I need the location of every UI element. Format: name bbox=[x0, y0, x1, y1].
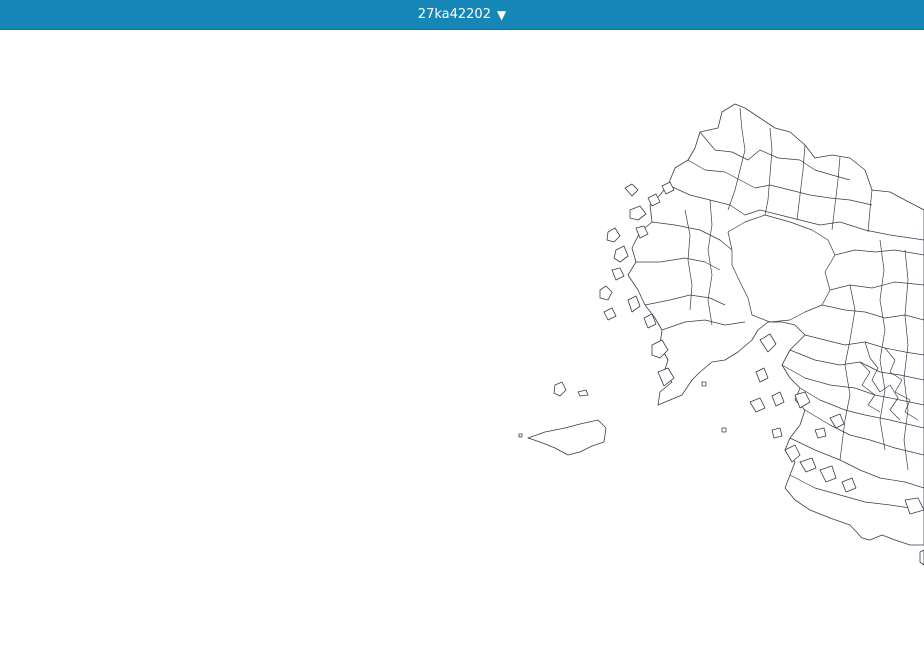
map-code-selector[interactable]: 27ka42202 ▼ bbox=[418, 0, 506, 30]
island bbox=[527, 419, 607, 456]
island bbox=[553, 381, 567, 397]
boundary-map bbox=[518, 103, 924, 566]
map-canvas[interactable] bbox=[0, 30, 924, 660]
map-code-label: 27ka42202 bbox=[417, 6, 491, 22]
triangle-down-icon: ▼ bbox=[496, 7, 507, 22]
top-bar: 27ka42202 ▼ bbox=[0, 0, 924, 30]
mainland-region bbox=[627, 103, 924, 546]
